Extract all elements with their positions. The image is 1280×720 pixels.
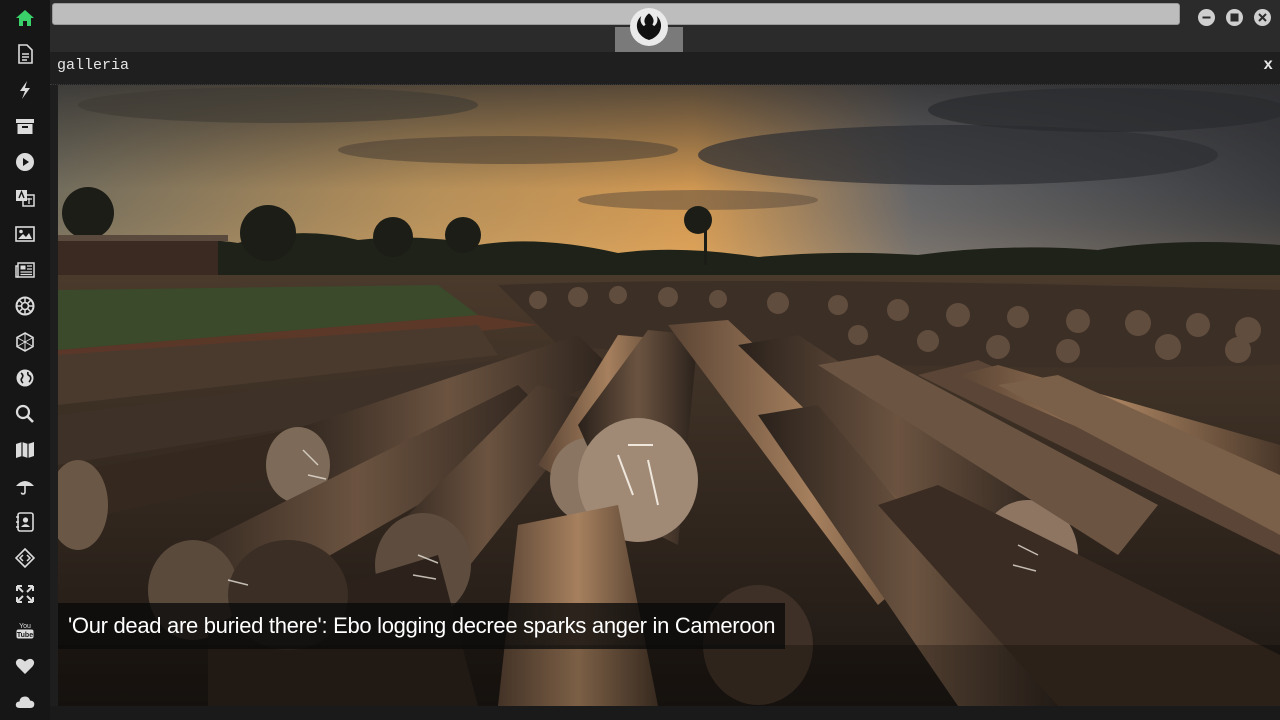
code-icon[interactable] (13, 546, 37, 570)
maximize-button[interactable] (1226, 9, 1243, 26)
rebel-alliance-logo-icon[interactable] (630, 8, 668, 46)
bottom-strip (50, 706, 1280, 720)
gallery-panel-header: galleria x (50, 52, 1280, 85)
heart-icon[interactable] (13, 654, 37, 678)
play-icon[interactable] (13, 150, 37, 174)
image-icon[interactable] (13, 222, 37, 246)
contact-card-icon[interactable] (13, 510, 37, 534)
svg-text:Tube: Tube (17, 632, 33, 639)
empire-icon[interactable] (13, 294, 37, 318)
globe-icon[interactable] (13, 366, 37, 390)
sidebar: You Tube (0, 0, 50, 720)
cloud-icon[interactable] (13, 690, 37, 714)
umbrella-icon[interactable] (13, 474, 37, 498)
address-bar[interactable] (52, 3, 1180, 25)
expand-icon[interactable] (13, 582, 37, 606)
panel-close-button[interactable]: x (1263, 56, 1273, 74)
newspaper-icon[interactable] (13, 258, 37, 282)
minimize-button[interactable] (1198, 9, 1215, 26)
photo-caption[interactable]: 'Our dead are buried there': Ebo logging… (58, 603, 786, 649)
search-icon[interactable] (13, 402, 37, 426)
close-window-button[interactable] (1254, 9, 1271, 26)
map-icon[interactable] (13, 438, 37, 462)
home-icon[interactable] (13, 6, 37, 30)
hexagon-icon[interactable] (13, 330, 37, 354)
archive-icon[interactable] (13, 114, 37, 138)
translate-icon[interactable] (13, 186, 37, 210)
panel-title: galleria (57, 57, 130, 74)
title-bar (50, 0, 1280, 52)
lightning-icon[interactable] (13, 78, 37, 102)
youtube-icon[interactable]: You Tube (13, 618, 37, 642)
document-icon[interactable] (13, 42, 37, 66)
svg-text:You: You (19, 623, 31, 630)
